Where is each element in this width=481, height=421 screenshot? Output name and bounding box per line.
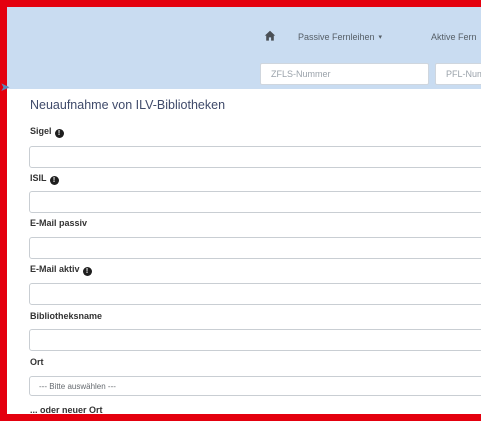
ort-select[interactable]: --- Bitte auswählen ---	[29, 376, 481, 396]
email-aktiv-label: E-Mail aktiv!	[30, 264, 92, 276]
ort-label: Ort	[30, 357, 44, 367]
email-passiv-label: E-Mail passiv	[30, 218, 87, 228]
nav-passive-label: Passive Fernleihen	[298, 32, 375, 42]
email-aktiv-input[interactable]	[29, 283, 481, 305]
info-icon[interactable]: !	[82, 267, 92, 276]
email-passiv-label-text: E-Mail passiv	[30, 218, 88, 228]
bibliotheksname-label: Bibliotheksname	[30, 311, 102, 321]
email-passiv-input[interactable]	[29, 237, 481, 259]
nav-aktive-fernleihen[interactable]: Aktive Fern	[431, 32, 477, 42]
chevron-down-icon: ▾	[378, 34, 383, 41]
isil-input[interactable]	[29, 191, 481, 213]
isil-label-text: ISIL	[30, 173, 47, 183]
pfl-number-input[interactable]: PFL-Num	[435, 63, 481, 85]
arrow-icon: ➤	[0, 80, 11, 94]
nav-passive-fernleihen[interactable]: Passive Fernleihen ▾	[298, 32, 382, 42]
info-icon[interactable]: !	[54, 129, 64, 138]
neuer-ort-label: ... oder neuer Ort	[30, 405, 103, 415]
info-icon[interactable]: !	[49, 176, 59, 185]
zfls-number-input[interactable]: ZFLS-Nummer	[260, 63, 429, 85]
sigel-label-text: Sigel	[30, 126, 52, 136]
sigel-label: Sigel!	[30, 126, 64, 138]
home-icon[interactable]	[264, 30, 276, 42]
ort-label-text: Ort	[30, 357, 44, 367]
isil-label: ISIL!	[30, 173, 59, 185]
zfls-placeholder: ZFLS-Nummer	[271, 69, 331, 79]
email-aktiv-label-text: E-Mail aktiv	[30, 264, 80, 274]
bibliotheksname-input[interactable]	[29, 329, 481, 351]
bibliotheksname-label-text: Bibliotheksname	[30, 311, 103, 321]
top-navbar: Passive Fernleihen ▾ Aktive Fern ZFLS-Num…	[7, 7, 481, 89]
nav-aktive-label: Aktive Fern	[431, 32, 477, 42]
page-title: Neuaufnahme von ILV-Bibliotheken	[30, 98, 226, 112]
sigel-input[interactable]	[29, 146, 481, 168]
ort-select-value: --- Bitte auswählen ---	[39, 382, 116, 391]
pfl-placeholder: PFL-Num	[446, 69, 481, 79]
